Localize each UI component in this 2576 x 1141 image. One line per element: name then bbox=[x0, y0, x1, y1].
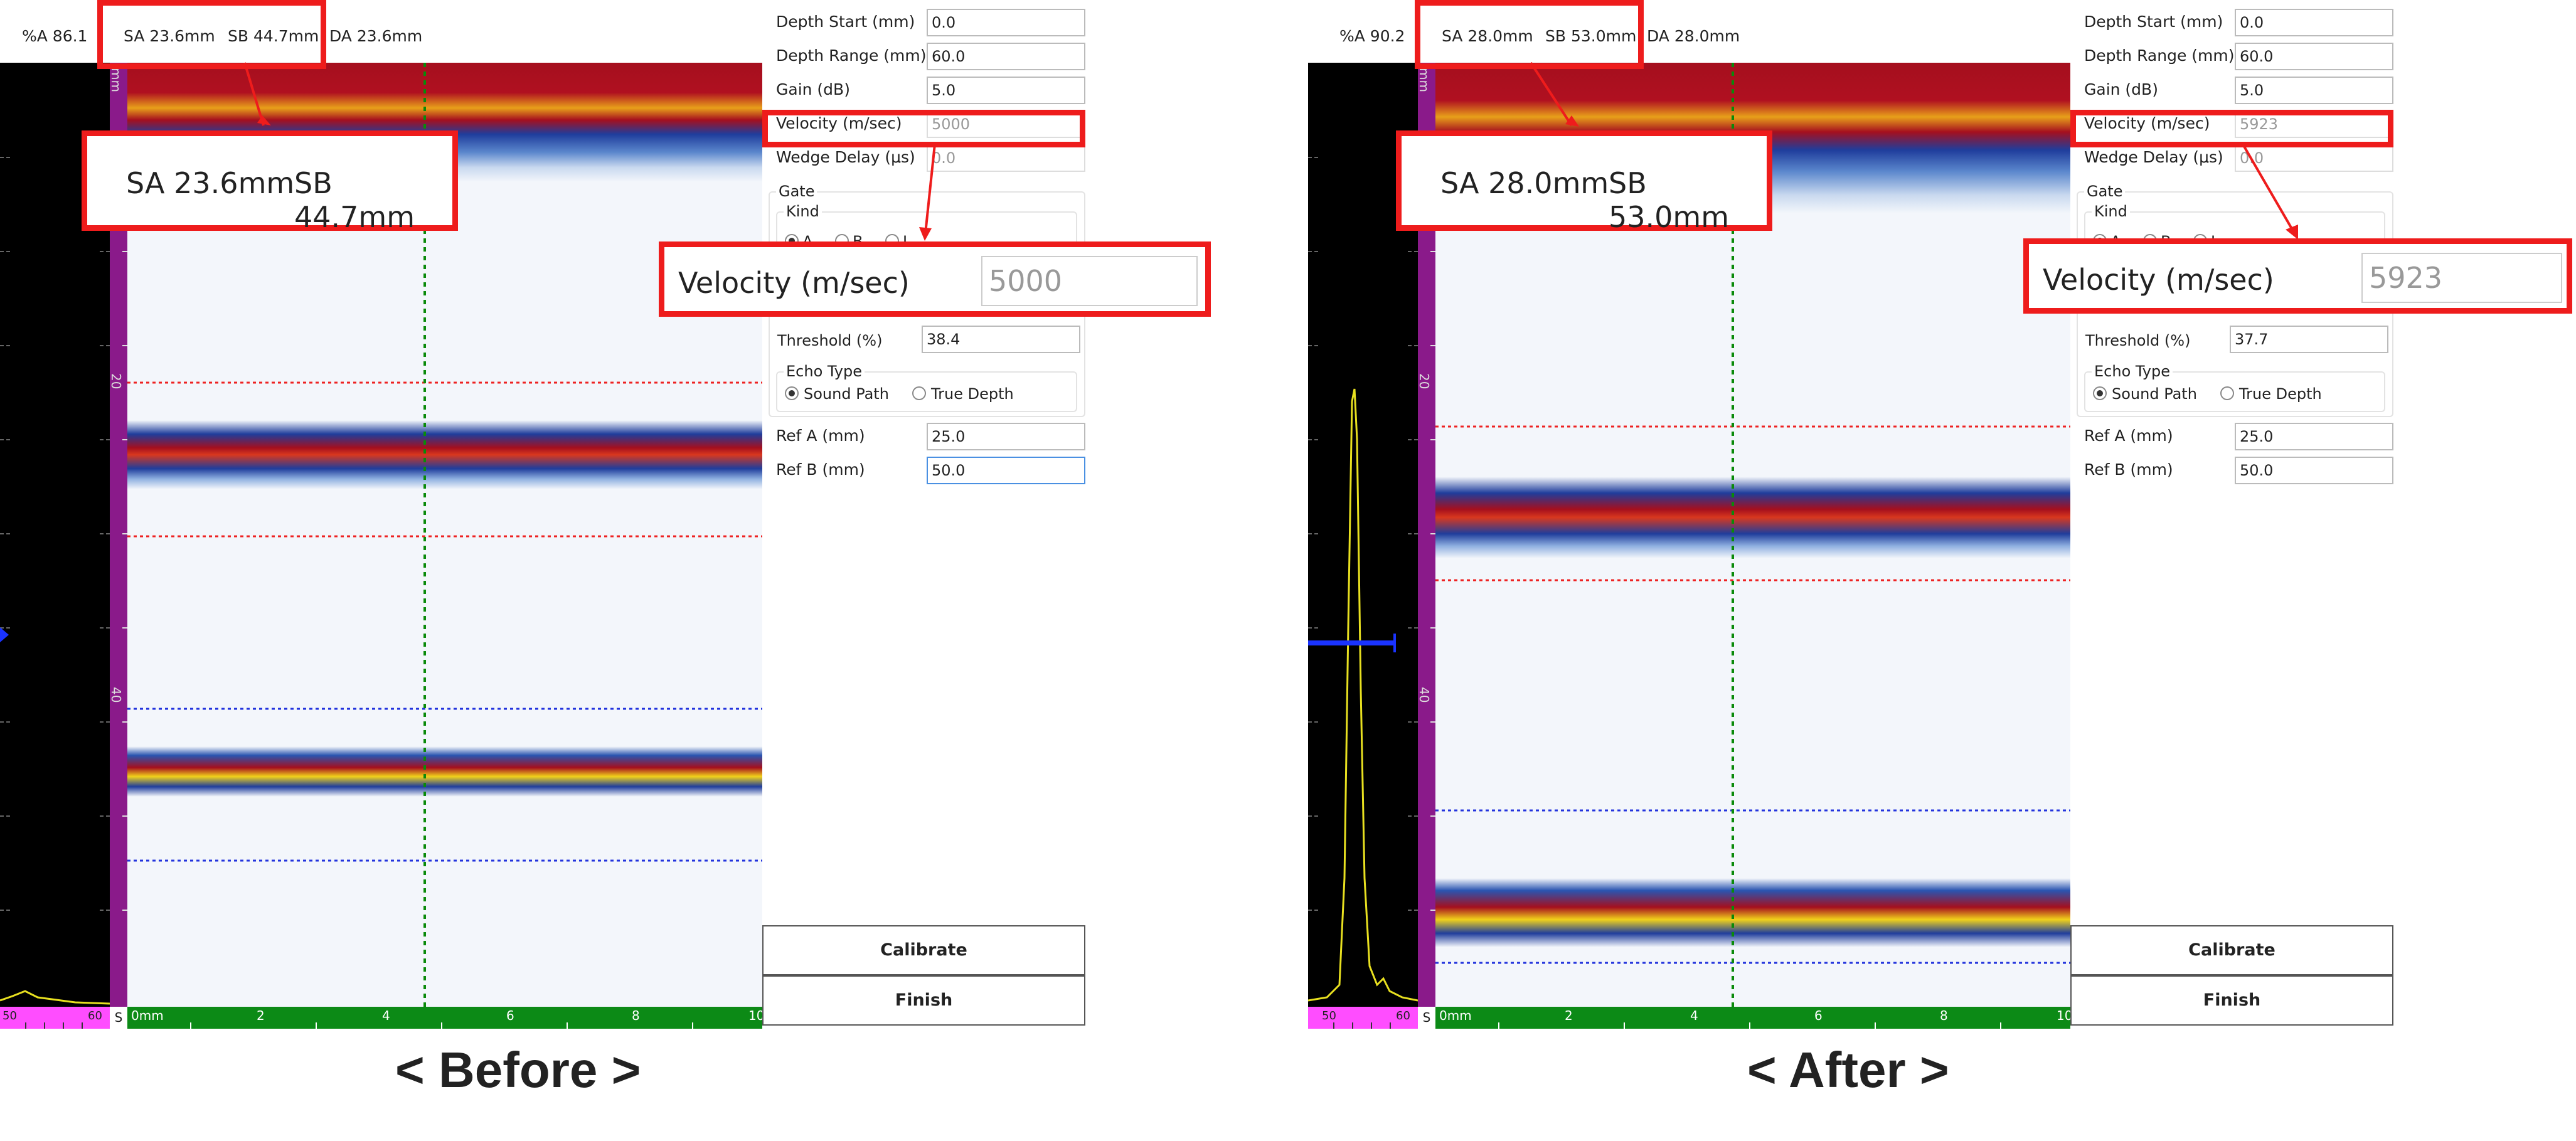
gain-input[interactable]: 5.0 bbox=[927, 77, 1085, 104]
before-panel: %A 86.1 SA 23.6mm SB 44.7mm DA 23.6mm 50… bbox=[0, 0, 1211, 1035]
velocity-highlight bbox=[762, 110, 1085, 147]
ref-a-input[interactable]: 25.0 bbox=[2235, 423, 2393, 450]
before-caption: < Before > bbox=[395, 1042, 641, 1098]
threshold-input[interactable]: 38.4 bbox=[922, 326, 1080, 353]
echo-type-group: Echo Type Sound Path True Depth bbox=[2084, 363, 2385, 412]
threshold-label: Threshold (%) bbox=[2085, 332, 2191, 349]
ref-b-row: Ref B (mm) 50.0 bbox=[2077, 454, 2397, 484]
sa-sb-zoom-callout: SA 28.0mm SB 53.0mm bbox=[1396, 130, 1772, 234]
finish-button[interactable]: Finish bbox=[762, 975, 1085, 1026]
depth-start-input[interactable]: 0.0 bbox=[927, 9, 1085, 36]
da-readout: DA 28.0mm bbox=[1647, 27, 1740, 45]
ref-a-input[interactable]: 25.0 bbox=[927, 423, 1085, 450]
depth-range-input[interactable]: 60.0 bbox=[2235, 43, 2393, 70]
zoom-velocity-value: 5923 bbox=[2361, 253, 2562, 303]
zoom-sb: SB 44.7mm bbox=[294, 166, 415, 234]
depth-start-row: Depth Start (mm) 0.0 bbox=[2077, 6, 2397, 36]
zoom-sa: SA 28.0mm bbox=[1440, 166, 1609, 200]
gate-marker-icon bbox=[0, 627, 9, 642]
sa-sb-highlight bbox=[1415, 0, 1644, 69]
ref-b-row: Ref B (mm) 50.0 bbox=[769, 454, 1088, 484]
after-caption: < After > bbox=[1747, 1042, 1949, 1098]
gain-input[interactable]: 5.0 bbox=[2235, 77, 2393, 104]
true-depth-radio[interactable] bbox=[2220, 386, 2234, 400]
index-axis-ruler: 0mm 2 4 6 8 10 bbox=[127, 1007, 764, 1029]
ascan-ruler: 50 60 bbox=[0, 1007, 110, 1029]
true-depth-radio[interactable] bbox=[912, 386, 926, 400]
sa-sb-highlight bbox=[97, 0, 326, 69]
zoom-velocity-value: 5000 bbox=[981, 256, 1198, 306]
calibrate-button[interactable]: Calibrate bbox=[2070, 925, 2393, 975]
zoom-velocity-label: Velocity (m/sec) bbox=[2043, 263, 2274, 297]
after-panel: %A 90.2 SA 28.0mm SB 53.0mm DA 28.0mm 50… bbox=[1308, 0, 2572, 1035]
ascan-ruler: 50 60 bbox=[1308, 1007, 1418, 1029]
sa-sb-zoom-callout: SA 23.6mm SB 44.7mm bbox=[82, 130, 458, 234]
ref-b-input[interactable]: 50.0 bbox=[2235, 457, 2393, 484]
zoom-velocity-label: Velocity (m/sec) bbox=[678, 266, 910, 300]
finish-button[interactable]: Finish bbox=[2070, 975, 2393, 1026]
velocity-zoom-callout: Velocity (m/sec) 5923 bbox=[2023, 238, 2572, 314]
wedge-delay-input[interactable]: 0.0 bbox=[2235, 144, 2393, 172]
percent-a-readout: %A 86.1 bbox=[22, 27, 88, 45]
gain-row: Gain (dB) 5.0 bbox=[2077, 74, 2397, 104]
index-axis-ruler: 0mm 2 4 6 8 10 bbox=[1435, 1007, 2072, 1029]
gain-row: Gain (dB) 5.0 bbox=[769, 74, 1088, 104]
threshold-input[interactable]: 37.7 bbox=[2230, 326, 2388, 353]
zoom-sa: SA 23.6mm bbox=[126, 166, 295, 200]
wedge-delay-input[interactable]: 0.0 bbox=[927, 144, 1085, 172]
da-readout: DA 23.6mm bbox=[329, 27, 423, 45]
depth-range-input[interactable]: 60.0 bbox=[927, 43, 1085, 70]
sound-path-radio[interactable] bbox=[2093, 386, 2107, 400]
depth-range-row: Depth Range (mm) 60.0 bbox=[2077, 40, 2397, 70]
s-axis-label: S bbox=[110, 1007, 127, 1029]
s-axis-label: S bbox=[1418, 1007, 1435, 1029]
ref-b-input[interactable]: 50.0 bbox=[927, 457, 1085, 484]
depth-start-input[interactable]: 0.0 bbox=[2235, 9, 2393, 36]
depth-range-row: Depth Range (mm) 60.0 bbox=[769, 40, 1088, 70]
percent-a-readout: %A 90.2 bbox=[1339, 27, 1405, 45]
threshold-label: Threshold (%) bbox=[777, 332, 883, 349]
zoom-sb: SB 53.0mm bbox=[1609, 166, 1730, 234]
depth-start-row: Depth Start (mm) 0.0 bbox=[769, 6, 1088, 36]
ref-a-row: Ref A (mm) 25.0 bbox=[769, 420, 1088, 450]
calibrate-button[interactable]: Calibrate bbox=[762, 925, 1085, 975]
echo-type-group: Echo Type Sound Path True Depth bbox=[776, 363, 1077, 412]
velocity-zoom-callout: Velocity (m/sec) 5000 bbox=[659, 241, 1211, 317]
ref-a-row: Ref A (mm) 25.0 bbox=[2077, 420, 2397, 450]
sound-path-radio[interactable] bbox=[785, 386, 799, 400]
velocity-highlight bbox=[2070, 110, 2393, 147]
